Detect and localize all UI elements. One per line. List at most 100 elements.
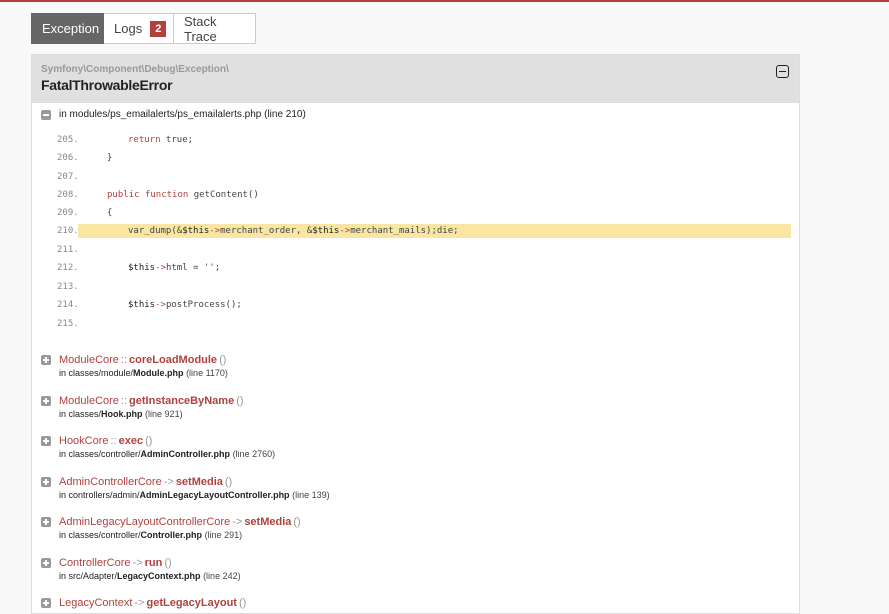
expand-frame-icon[interactable]: [41, 517, 51, 527]
trace-line: (line 1170): [186, 368, 228, 378]
trace-line: (line 2760): [232, 449, 276, 459]
tab-bar: Exception Logs 2 Stack Trace: [31, 13, 256, 44]
trace-file: AdminLegacyLayoutController.php: [139, 490, 290, 500]
trace-path: in classes/controller/: [59, 530, 141, 540]
location-line: (line 210): [264, 109, 306, 120]
trace-file: Hook.php: [101, 409, 143, 419]
trace-call: ControllerCore -> run(): [41, 556, 241, 570]
trace-class: HookCore: [59, 435, 109, 447]
code-line: 215.: [32, 317, 799, 331]
code-line: 211.: [32, 243, 799, 257]
expand-frame-icon[interactable]: [41, 598, 51, 608]
expand-frame-icon[interactable]: [41, 477, 51, 487]
trace-args: (): [164, 557, 172, 569]
trace-path: in controllers/admin/: [59, 490, 140, 500]
code-line: 207.: [32, 170, 799, 184]
collapse-icon[interactable]: [776, 65, 789, 78]
trace-path: in classes/controller/: [59, 449, 141, 459]
line-number: 206.: [57, 153, 79, 163]
trace-class: ModuleCore: [59, 354, 119, 366]
trace-class: AdminControllerCore: [59, 476, 162, 488]
trace-call: AdminLegacyLayoutControllerCore -> setMedi…: [41, 515, 301, 529]
trace-entry[interactable]: ControllerCore -> run() in src/Adapter/Lega…: [41, 556, 241, 583]
tab-exception[interactable]: Exception: [31, 13, 104, 44]
trace-entry[interactable]: AdminControllerCore -> setMedia() in contro…: [41, 475, 330, 502]
code-line: 214. $this->postProcess();: [32, 298, 799, 312]
trace-entry[interactable]: LegacyContext -> getLegacyLayout(): [41, 596, 246, 610]
trace-separator: ::: [120, 354, 128, 366]
exception-panel: Symfony\Component\Debug\Exception\ Fatal…: [31, 54, 800, 614]
trace-args: (): [145, 435, 153, 447]
line-number: 211.: [57, 245, 79, 255]
trace-args: (): [238, 597, 247, 609]
code-line: 212. $this->html = '';: [32, 261, 799, 275]
trace-entry[interactable]: ModuleCore:: coreLoadModule() in classes/m…: [41, 353, 228, 380]
trace-separator: ::: [120, 395, 128, 407]
trace-separator: ->: [232, 516, 243, 528]
location-file: ps_emailalerts.php: [177, 109, 262, 120]
trace-call: ModuleCore:: getInstanceByName(): [41, 394, 244, 408]
trace-method: exec: [118, 435, 144, 447]
trace-file: Module.php: [133, 368, 184, 378]
expand-frame-icon[interactable]: [41, 355, 51, 365]
trace-separator: ->: [163, 476, 174, 488]
line-source: var_dump(&$this->merchant_order, &$this-…: [128, 226, 459, 236]
trace-line: (line 242): [203, 571, 241, 581]
trace-entry[interactable]: AdminLegacyLayoutControllerCore -> setMedi…: [41, 515, 301, 542]
line-number: 213.: [57, 282, 79, 292]
expand-frame-icon[interactable]: [41, 558, 51, 568]
trace-line: (line 139): [292, 490, 330, 500]
line-source: return true;: [128, 135, 194, 145]
trace-location: in classes/controller/AdminController.ph…: [59, 448, 275, 461]
trace-entry[interactable]: HookCore:: exec() in classes/controller/Ad…: [41, 434, 275, 461]
trace-args: (): [219, 354, 227, 366]
tab-logs[interactable]: Logs 2: [104, 13, 174, 44]
tab-stack-trace[interactable]: Stack Trace: [174, 13, 256, 44]
line-number: 205.: [57, 135, 79, 145]
exception-header: Symfony\Component\Debug\Exception\ Fatal…: [32, 55, 799, 103]
collapse-frame-icon[interactable]: [41, 109, 51, 120]
location-prefix: in modules/ps_emailalerts/: [59, 109, 178, 120]
trace-class: ModuleCore: [59, 395, 119, 407]
exception-namespace: Symfony\Component\Debug\Exception\: [41, 64, 229, 75]
trace-location: in classes/module/Module.php (line 1170): [59, 367, 228, 380]
trace-file: LegacyContext.php: [117, 571, 201, 581]
exception-location[interactable]: in modules/ps_emailalerts/ps_emailalerts…: [41, 109, 306, 120]
code-line: 206.}: [32, 151, 799, 165]
trace-location: in src/Adapter/LegacyContext.php (line 2…: [59, 570, 241, 583]
trace-separator: ->: [132, 557, 143, 569]
line-source: }: [107, 153, 113, 163]
line-source: $this->postProcess();: [128, 300, 242, 310]
expand-frame-icon[interactable]: [41, 396, 51, 406]
tab-stack-trace-label: Stack Trace: [184, 13, 217, 44]
expand-frame-icon[interactable]: [41, 436, 51, 446]
code-line: 213.: [32, 280, 799, 294]
logs-count-badge: 2: [150, 20, 167, 37]
trace-method: setMedia: [175, 476, 223, 488]
trace-line: (line 921): [145, 409, 183, 419]
line-source: public function getContent(): [107, 190, 259, 200]
line-source: {: [107, 208, 113, 218]
trace-method: run: [144, 557, 163, 569]
line-number: 207.: [57, 172, 79, 182]
trace-path: in classes/module/: [59, 368, 134, 378]
line-number: 210.: [57, 226, 79, 236]
line-source: $this->html = '';: [128, 263, 221, 273]
trace-method: getLegacyLayout: [146, 597, 237, 609]
trace-line: (line 291): [204, 530, 243, 540]
top-accent-bar: [0, 0, 889, 2]
trace-path: in src/Adapter/: [59, 571, 118, 581]
trace-location: in controllers/admin/AdminLegacyLayoutCo…: [59, 489, 330, 502]
trace-separator: ->: [134, 597, 145, 609]
line-number: 215.: [57, 319, 79, 329]
line-number: 209.: [57, 208, 79, 218]
trace-separator: ::: [110, 435, 117, 447]
trace-entry[interactable]: ModuleCore:: getInstanceByName() in classe…: [41, 394, 244, 421]
tab-exception-label: Exception: [42, 21, 100, 36]
line-number: 212.: [57, 263, 79, 273]
trace-location: in classes/Hook.php (line 921): [59, 408, 244, 421]
trace-method: coreLoadModule: [129, 354, 218, 366]
trace-call: HookCore:: exec(): [41, 434, 275, 448]
trace-call: LegacyContext -> getLegacyLayout(): [41, 596, 246, 610]
code-line: 208. public function getContent(): [32, 188, 799, 202]
